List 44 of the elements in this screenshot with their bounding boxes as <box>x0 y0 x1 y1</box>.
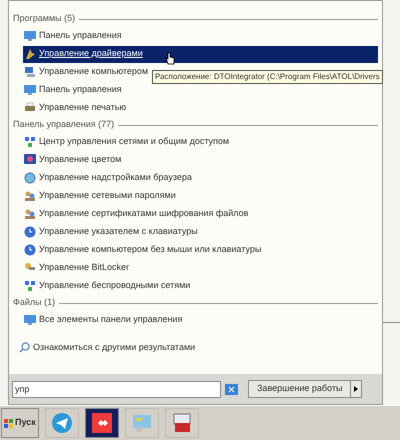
result-item[interactable]: Управление беспроводными сетями <box>23 278 192 294</box>
group-header: Панель управления (77) <box>13 118 114 132</box>
result-item[interactable]: Управление компьютером <box>23 64 150 80</box>
result-item[interactable]: Управление компьютером без мыши или клавиатуры <box>23 242 262 258</box>
start-button[interactable]: Пуск <box>1 408 39 438</box>
color-monitor-icon <box>24 154 36 166</box>
users-icon <box>24 190 36 202</box>
monitor-icon <box>24 84 36 96</box>
tooltip: Расположение: DTOIntegrator (C:\Program Files\ATOL\Drivers <box>152 70 383 84</box>
clock-icon <box>24 244 36 256</box>
result-item[interactable]: Управление драйверами <box>23 46 378 62</box>
result-item[interactable]: Управление BitLocker <box>23 260 130 276</box>
search-icon <box>19 342 30 354</box>
caret-icon <box>354 386 358 392</box>
users-icon <box>24 208 36 220</box>
result-item[interactable]: Управление цветом <box>23 152 122 168</box>
result-item[interactable]: Управление указателем с клавиатуры <box>23 224 199 240</box>
group-header: Файлы (1) <box>13 296 56 310</box>
computer-icon <box>24 66 36 78</box>
result-item[interactable]: Панель управления <box>23 82 123 98</box>
close-icon[interactable] <box>225 384 238 394</box>
hand-cursor-icon <box>165 52 175 65</box>
more-results-link[interactable]: Ознакомиться с другими результатами <box>19 341 196 354</box>
monitor-icon <box>24 30 36 42</box>
result-item[interactable]: Центр управления сетями и общим доступом <box>23 134 230 150</box>
printer-icon <box>24 102 36 114</box>
search-field[interactable]: упр <box>12 380 221 398</box>
result-item[interactable]: Все элементы панели управления <box>23 312 184 328</box>
clock-icon <box>24 226 36 238</box>
globe-icon <box>24 172 36 184</box>
result-item[interactable]: Управление сетевыми паролями <box>23 188 177 204</box>
paper-plane-icon <box>50 412 73 434</box>
network-icon <box>24 280 36 292</box>
result-item[interactable]: Управление печатью <box>23 100 128 116</box>
result-item[interactable]: Управление надстройками браузера <box>23 170 193 186</box>
taskbar-button[interactable] <box>84 408 119 438</box>
result-item[interactable]: Управление сертификатами шифрования файлов <box>23 206 250 222</box>
windows-logo-icon <box>4 418 13 428</box>
result-item[interactable]: Панель управления <box>23 28 123 44</box>
monitor-icon <box>24 314 36 326</box>
remote-desktop-icon <box>130 412 153 434</box>
toolbox-icon <box>170 412 193 434</box>
group-header: Программы (5) <box>13 12 76 26</box>
network-icon <box>24 136 36 148</box>
